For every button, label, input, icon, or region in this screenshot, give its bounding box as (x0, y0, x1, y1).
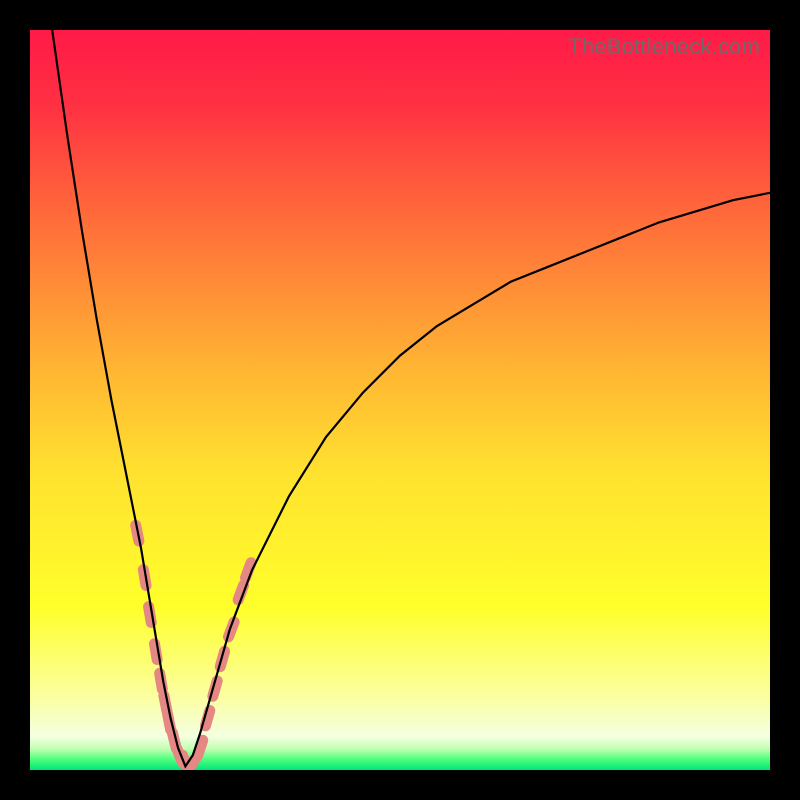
bottleneck-curve (52, 30, 770, 766)
outer-frame: TheBottleneck.com (0, 0, 800, 800)
plot-area: TheBottleneck.com (30, 30, 770, 770)
marker-point (198, 740, 203, 755)
marker-group (136, 525, 251, 770)
watermark-text: TheBottleneck.com (568, 34, 760, 60)
curve-layer (30, 30, 770, 770)
